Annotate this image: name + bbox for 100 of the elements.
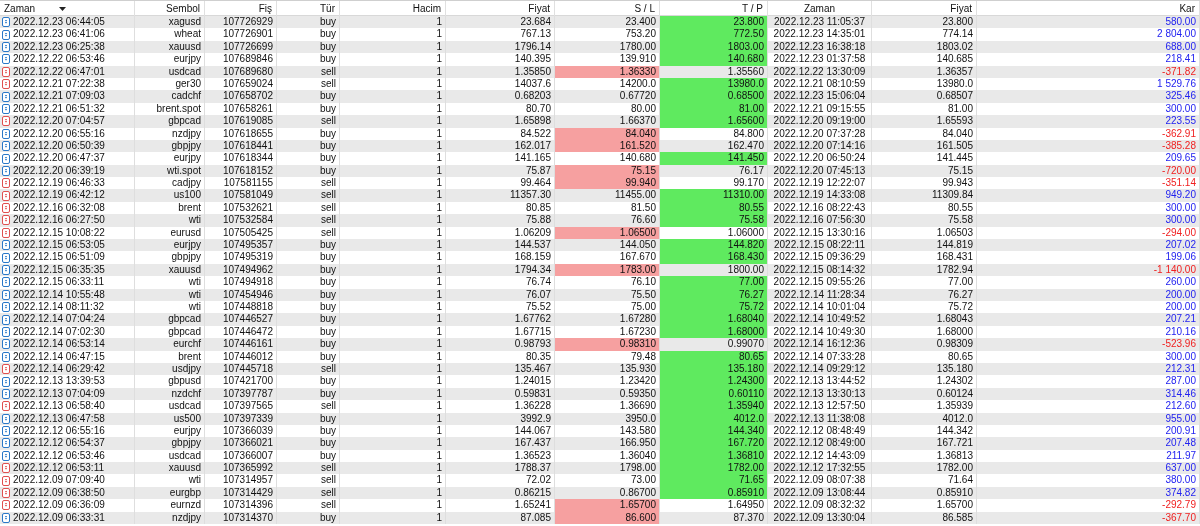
table-cell: 2022.12.13 13:39:53	[13, 375, 105, 388]
table-cell: 1	[340, 263, 446, 277]
table-cell: 2022.12.09 07:09:40	[13, 474, 105, 487]
table-cell: 207.02	[977, 239, 1200, 252]
table-cell: buy	[277, 164, 340, 178]
table-cell: 1.36228	[446, 400, 555, 413]
table-cell: 1.68040	[660, 313, 768, 326]
column-header[interactable]: Kar	[1179, 1, 1195, 17]
table-cell: 2022.12.23 01:37:58	[768, 53, 872, 66]
table-cell: 1.36330	[555, 65, 660, 78]
table-cell: 2022.12.14 08:11:32	[13, 301, 104, 314]
column-header[interactable]: S / L	[634, 1, 655, 17]
table-cell: 107446161	[205, 338, 277, 351]
table-cell: gbpcad	[135, 313, 205, 326]
table-cell: 1.35560	[660, 65, 768, 78]
column-header[interactable]: Fiyat	[528, 1, 550, 17]
table-cell: 300.00	[977, 350, 1200, 363]
table-cell: 141.450	[660, 152, 768, 165]
table-cell: eurjpy	[135, 53, 205, 66]
table-cell: 168.431	[872, 251, 977, 264]
table-cell: 1	[340, 437, 446, 450]
table-cell: wti	[135, 474, 205, 487]
table-cell: 86.585	[872, 511, 977, 524]
table-cell: 2022.12.21 07:09:03	[13, 90, 105, 103]
table-cell: 1796.14	[446, 40, 555, 54]
table-cell: 167.720	[660, 437, 768, 450]
sort-caret-icon	[59, 7, 67, 11]
table-cell: 1	[340, 127, 446, 140]
table-cell: 2022.12.13 11:38:08	[768, 412, 872, 425]
table-cell: 0.85910	[872, 486, 977, 500]
table-cell: sell	[277, 189, 340, 202]
table-cell: 1	[340, 350, 446, 363]
table-cell: 580.00	[977, 16, 1200, 29]
table-cell: 2022.12.20 07:45:13	[768, 164, 872, 178]
table-cell: 107314370	[205, 511, 277, 524]
table-cell: buy	[277, 127, 340, 140]
table-cell: buy	[277, 152, 340, 165]
table-cell: 23.800	[872, 16, 977, 29]
column-header[interactable]: Tür	[320, 1, 335, 17]
table-cell: 2022.12.21 06:51:32	[13, 102, 105, 116]
table-cell: 107365992	[205, 462, 277, 475]
table-cell: xauusd	[135, 462, 205, 475]
table-cell: 2022.12.14 10:55:48	[13, 288, 105, 301]
table-cell: sell	[277, 214, 340, 227]
table-cell: 2022.12.15 08:14:32	[768, 263, 872, 277]
table-cell: 1	[340, 16, 446, 29]
table-cell: wti	[135, 276, 205, 289]
table-cell: sell	[277, 362, 340, 376]
table-cell: 1.35939	[872, 400, 977, 413]
table-cell: 955.00	[977, 412, 1200, 425]
table-cell: 1	[340, 276, 446, 289]
table-cell: -1 140.00	[977, 263, 1200, 277]
table-cell: 107446012	[205, 350, 277, 363]
table-cell: 141.165	[446, 152, 555, 165]
column-header[interactable]: Fiş	[258, 1, 272, 17]
table-cell: 1782.00	[872, 462, 977, 475]
table-cell: buy	[277, 437, 340, 450]
column-header[interactable]: Zaman	[4, 1, 36, 17]
table-cell: 11310.00	[660, 189, 768, 202]
table-cell: nzdchf	[135, 387, 205, 401]
table-cell: 2022.12.12 17:32:55	[768, 462, 872, 475]
table-cell: 772.50	[660, 28, 768, 41]
table-cell: 1	[340, 189, 446, 202]
table-cell: 2022.12.14 11:28:34	[768, 288, 872, 301]
table-cell: 1	[340, 362, 446, 376]
table-cell: 0.86215	[446, 486, 555, 500]
table-cell: 167.437	[446, 437, 555, 450]
table-cell: 2022.12.20 06:55:16	[13, 127, 105, 140]
column-header[interactable]: Hacim	[412, 1, 441, 17]
table-cell: 2022.12.09 06:38:50	[13, 486, 105, 500]
table-cell: 2022.12.15 08:22:11	[768, 239, 872, 252]
table-cell: eurchf	[135, 338, 205, 351]
table-cell: 0.68203	[446, 90, 555, 103]
table-cell: sell	[277, 115, 340, 128]
column-header[interactable]: Zaman	[803, 1, 836, 17]
column-header[interactable]: Sembol	[166, 1, 200, 17]
table-cell: 2022.12.15 06:53:05	[13, 239, 105, 252]
table-cell: 1.65593	[872, 115, 977, 128]
column-header[interactable]: T / P	[742, 1, 763, 17]
table-cell: 2022.12.09 06:36:09	[13, 499, 105, 512]
table-cell: xauusd	[135, 263, 205, 277]
table-cell: 2022.12.14 09:29:12	[768, 362, 872, 376]
table-cell: 2022.12.12 06:53:11	[13, 462, 104, 475]
table-cell: 0.99070	[660, 338, 768, 351]
table-cell: sell	[277, 486, 340, 500]
column-header[interactable]: Fiyat	[950, 1, 972, 17]
table-cell: 2022.12.09 08:07:38	[768, 474, 872, 487]
table-cell: 75.58	[872, 214, 977, 227]
table-cell: 2022.12.14 07:02:30	[13, 325, 105, 339]
table-cell: 637.00	[977, 462, 1200, 475]
table-cell: 107495319	[205, 251, 277, 264]
table-cell: usdcad	[135, 400, 205, 413]
table-cell: 2022.12.09 08:32:32	[768, 499, 872, 512]
table-cell: 2022.12.15 09:55:26	[768, 276, 872, 289]
table-cell: 167.721	[872, 437, 977, 450]
table-cell: 2022.12.14 07:33:28	[768, 350, 872, 363]
table-cell: buy	[277, 412, 340, 425]
table-cell: 1.68043	[872, 313, 977, 326]
table-cell: -720.00	[977, 164, 1200, 178]
table-cell: us500	[135, 412, 205, 425]
